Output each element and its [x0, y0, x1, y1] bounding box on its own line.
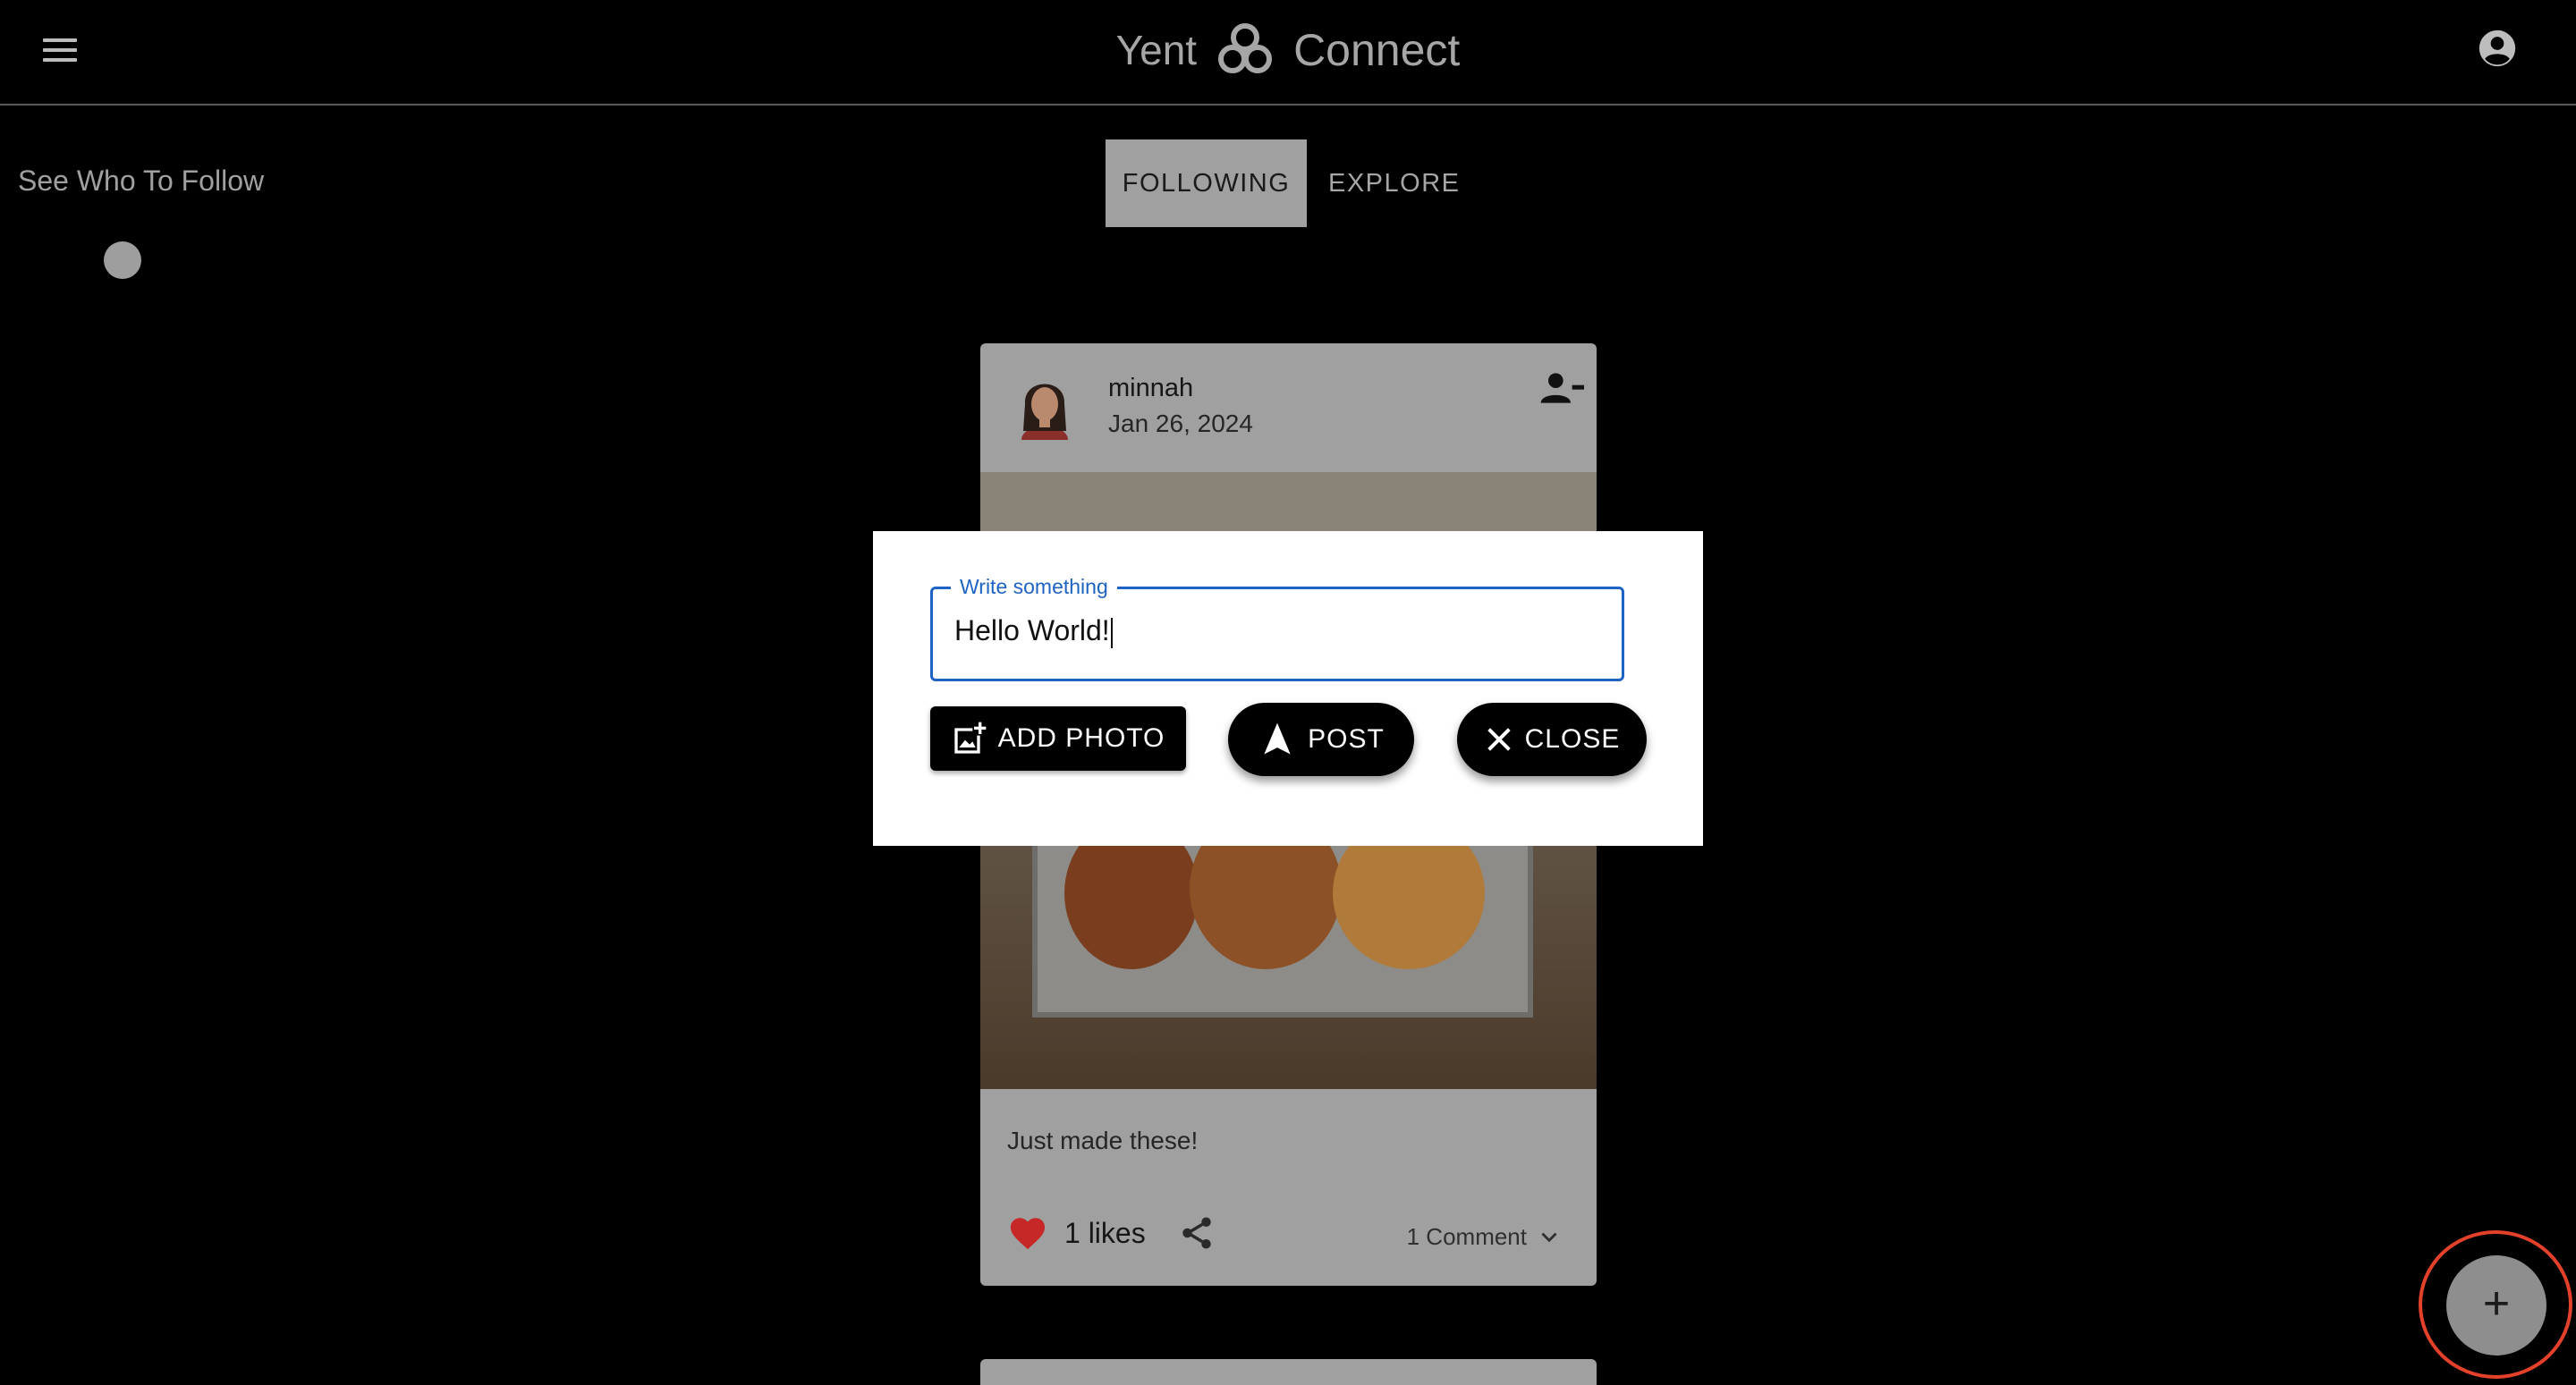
add-photo-icon: [953, 722, 986, 754]
post-actions: 1 likes: [1007, 1214, 1216, 1252]
add-post-button[interactable]: +: [2446, 1255, 2546, 1355]
account-circle-icon[interactable]: [2478, 29, 2517, 68]
tab-following[interactable]: FOLLOWING: [1106, 139, 1307, 227]
write-something-label: Write something: [951, 575, 1117, 599]
heart-icon[interactable]: [1007, 1215, 1048, 1251]
next-post-card: [980, 1359, 1597, 1385]
create-post-dialog: Write something Hello World! ADD PHOTO P…: [873, 531, 1703, 846]
brand-left-text: Yent: [1115, 27, 1198, 73]
text-caret: [1110, 617, 1113, 648]
post-label: POST: [1308, 724, 1385, 754]
chevron-down-icon: [1541, 1232, 1557, 1242]
post-button[interactable]: POST: [1228, 703, 1414, 776]
tab-explore[interactable]: EXPLORE: [1307, 139, 1482, 227]
add-photo-label: ADD PHOTO: [997, 723, 1165, 753]
comments-toggle[interactable]: 1 Comment: [1407, 1223, 1561, 1251]
close-label: CLOSE: [1524, 724, 1621, 754]
plus-icon: +: [2482, 1278, 2511, 1330]
post-text-value: Hello World!: [954, 614, 1110, 646]
post-username[interactable]: minnah: [1108, 374, 1193, 403]
share-icon[interactable]: [1178, 1214, 1216, 1252]
comments-count: 1 Comment: [1406, 1223, 1527, 1250]
brand-logo[interactable]: Yent Connect: [0, 16, 2576, 84]
post-text: Just made these!: [1007, 1127, 1199, 1154]
brand-knot-icon: [1218, 23, 1273, 73]
app-bar: Yent Connect: [0, 0, 2576, 106]
see-who-to-follow-heading: See Who To Follow: [18, 165, 265, 197]
feed-tabs: FOLLOWING EXPLORE: [1106, 139, 1482, 227]
close-button[interactable]: CLOSE: [1457, 703, 1647, 776]
write-something-field[interactable]: Write something Hello World!: [930, 575, 1624, 681]
navigation-arrow-icon: [1264, 722, 1291, 755]
close-icon: [1487, 728, 1511, 751]
suggested-user-avatar[interactable]: [104, 241, 141, 279]
unfollow-user-icon[interactable]: [1539, 370, 1584, 406]
likes-count: 1 likes: [1064, 1216, 1146, 1249]
brand-right-text: Connect: [1293, 25, 1461, 75]
post-date: Jan 26, 2024: [1108, 410, 1253, 437]
add-photo-button[interactable]: ADD PHOTO: [930, 706, 1186, 771]
user-avatar[interactable]: [1013, 368, 1077, 442]
post-text-input[interactable]: Hello World!: [954, 614, 1598, 655]
